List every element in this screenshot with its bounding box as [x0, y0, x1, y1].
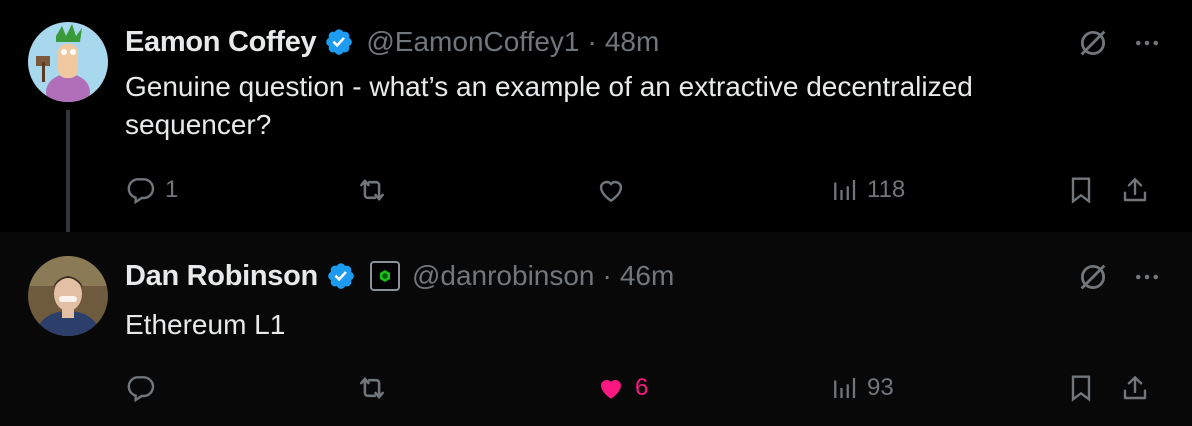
- tweet-dan[interactable]: Dan Robinson @danrobinson · 46m Ethereum…: [0, 232, 1192, 426]
- views-icon: [829, 175, 859, 205]
- avatar[interactable]: [28, 22, 108, 102]
- views-button[interactable]: 93: [829, 368, 894, 408]
- like-button[interactable]: [595, 170, 627, 210]
- share-icon: [1119, 174, 1151, 206]
- verified-badge-icon[interactable]: [324, 27, 354, 57]
- tweet-header: Dan Robinson @danrobinson · 46m: [125, 256, 674, 296]
- author-name[interactable]: Dan Robinson: [125, 260, 318, 293]
- no-sign-icon[interactable]: [1076, 26, 1110, 65]
- share-button[interactable]: [1119, 170, 1151, 210]
- views-count: 118: [867, 176, 906, 203]
- tweet-top-actions: [1076, 260, 1162, 299]
- share-icon: [1119, 372, 1151, 404]
- retweet-icon: [355, 371, 389, 405]
- like-count: 6: [635, 374, 649, 401]
- reply-icon: [125, 372, 157, 404]
- more-icon[interactable]: [1132, 262, 1162, 297]
- separator-dot: ·: [602, 260, 612, 291]
- paradigm-badge-icon[interactable]: [369, 261, 400, 291]
- like-button[interactable]: 6: [595, 368, 648, 408]
- more-icon[interactable]: [1132, 28, 1162, 63]
- retweet-button[interactable]: [355, 368, 389, 408]
- tweet-header: Eamon Coffey @EamonCoffey1 · 48m: [125, 22, 659, 62]
- separator-dot: ·: [587, 26, 597, 57]
- no-sign-icon[interactable]: [1076, 260, 1110, 299]
- views-icon: [829, 373, 859, 403]
- bookmark-button[interactable]: [1065, 368, 1097, 408]
- share-button[interactable]: [1119, 368, 1151, 408]
- verified-badge-icon[interactable]: [326, 261, 356, 291]
- timestamp[interactable]: 46m: [620, 260, 674, 292]
- tweet-actions: 1 118: [125, 170, 1165, 210]
- views-button[interactable]: 118: [829, 170, 905, 210]
- tweet-top-actions: [1076, 26, 1162, 65]
- retweet-icon: [355, 173, 389, 207]
- tweet-eamon[interactable]: Eamon Coffey @EamonCoffey1 · 48m Genuine…: [0, 0, 1192, 248]
- timestamp[interactable]: 48m: [605, 26, 659, 58]
- reply-icon: [125, 174, 157, 206]
- bookmark-button[interactable]: [1065, 170, 1097, 210]
- thread-line: [66, 110, 70, 248]
- views-count: 93: [867, 374, 894, 401]
- bookmark-icon: [1065, 174, 1097, 206]
- tweet-actions: 6 93: [125, 368, 1165, 408]
- tweet-text: Genuine question - what’s an example of …: [125, 71, 973, 140]
- author-name[interactable]: Eamon Coffey: [125, 26, 317, 59]
- reply-count: 1: [165, 176, 179, 203]
- reply-button[interactable]: 1: [125, 170, 178, 210]
- bookmark-icon: [1065, 372, 1097, 404]
- reply-button[interactable]: [125, 368, 157, 408]
- author-handle[interactable]: @EamonCoffey1: [366, 26, 579, 58]
- author-handle[interactable]: @danrobinson: [412, 260, 595, 292]
- heart-icon: [595, 174, 627, 206]
- avatar[interactable]: [28, 256, 108, 336]
- retweet-button[interactable]: [355, 170, 389, 210]
- tweet-text: Ethereum L1: [125, 309, 286, 340]
- heart-filled-icon: [595, 372, 627, 404]
